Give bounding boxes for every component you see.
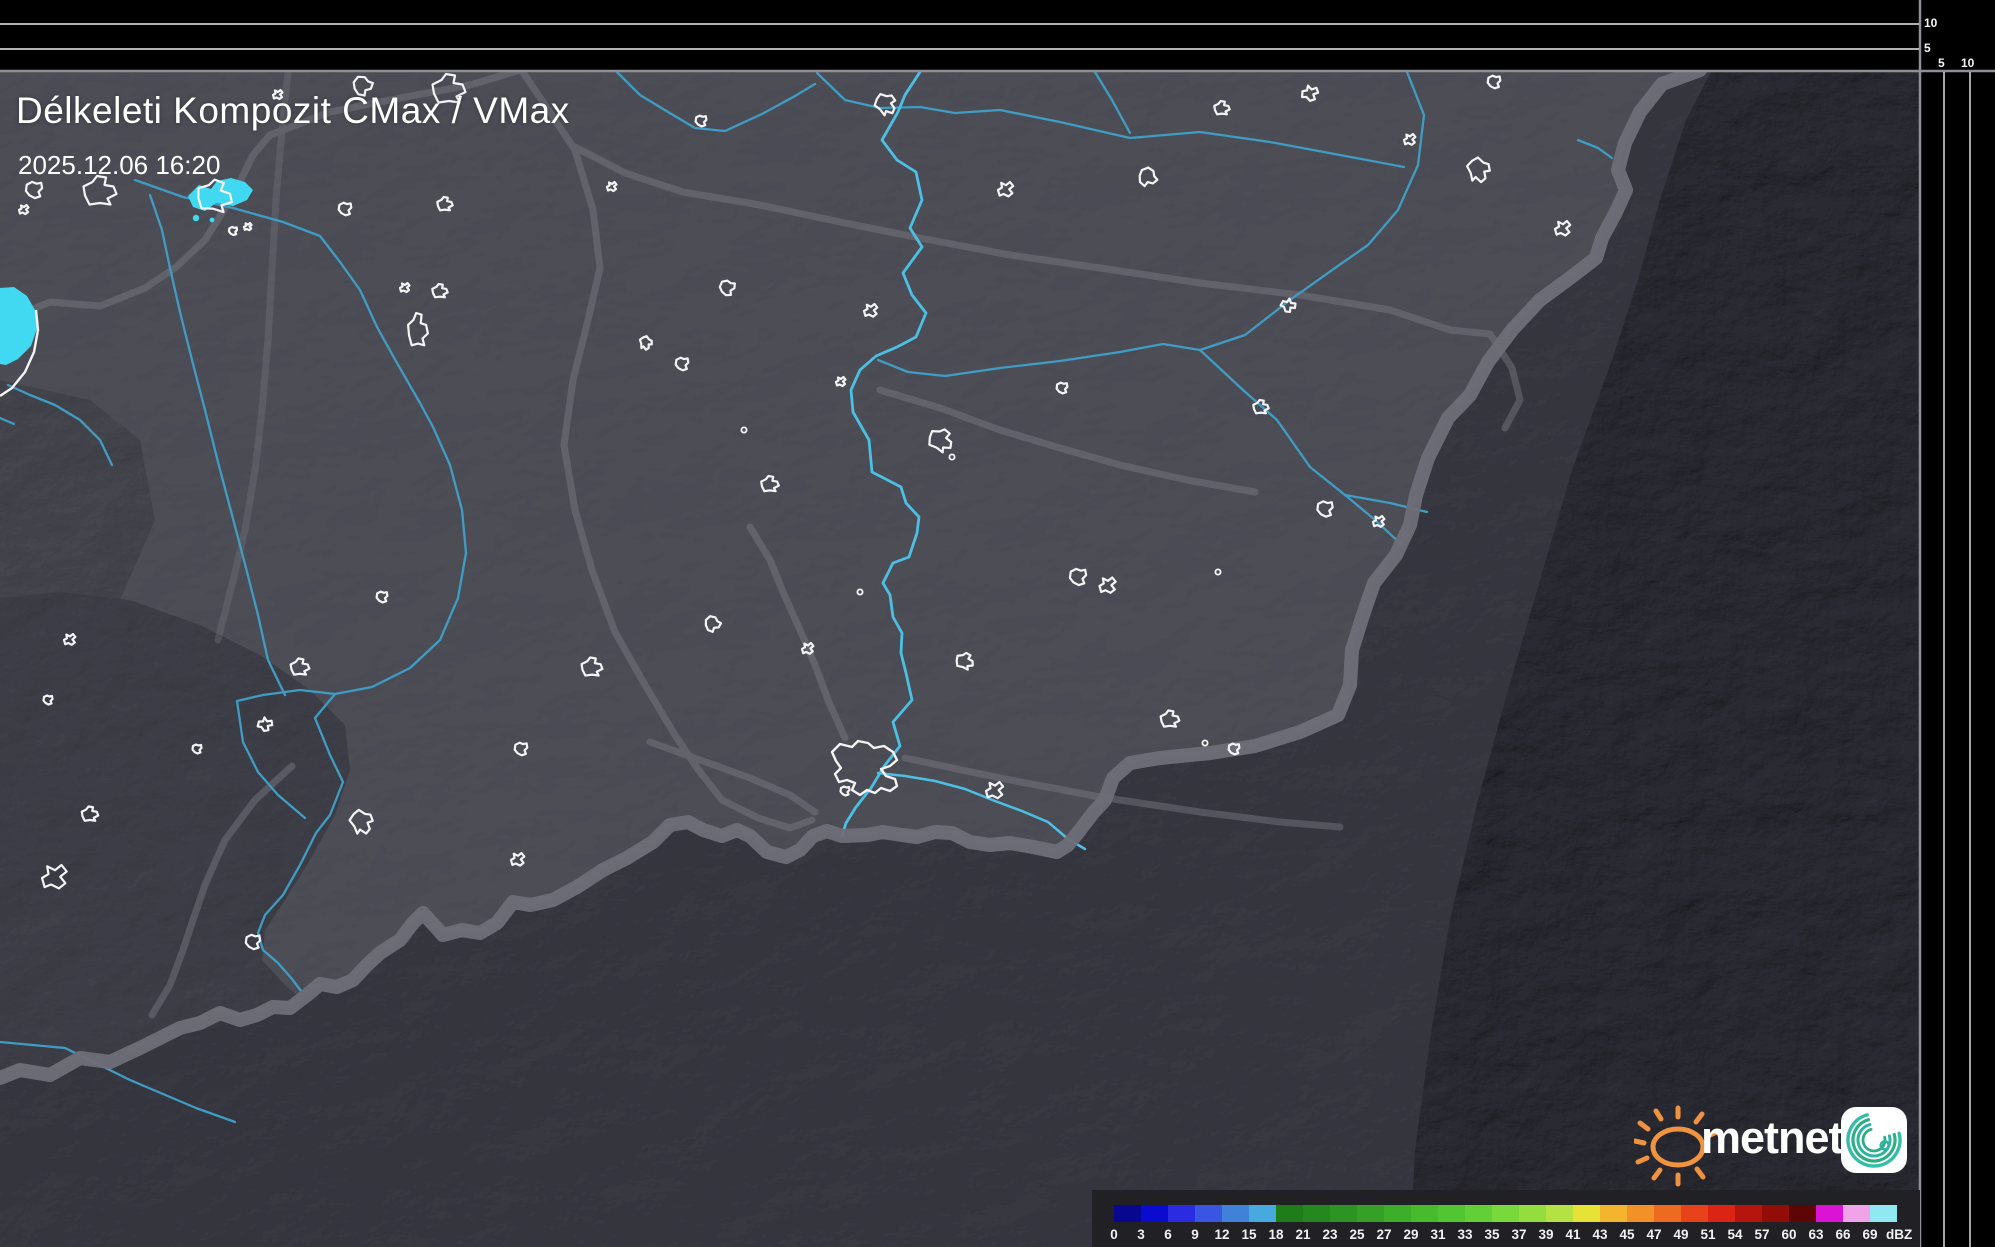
colorbar-tick-label: 18 [1268, 1227, 1283, 1242]
colorbar-tick-label: 29 [1403, 1227, 1418, 1242]
metnet-logo-text: metnet [1701, 1112, 1843, 1164]
colorbar-tick-label: 35 [1484, 1227, 1499, 1242]
colorbar-tick-label: 49 [1673, 1227, 1688, 1242]
spiral-icon [1841, 1107, 1907, 1173]
colorbar-tick-label: 39 [1538, 1227, 1553, 1242]
colorbar-tick-label: 33 [1457, 1227, 1472, 1242]
colorbar-tick-label: 41 [1565, 1227, 1580, 1242]
colorbar-tick-label: 27 [1376, 1227, 1391, 1242]
timestamp: 2025.12.06 16:20 [18, 150, 220, 181]
colorbar-tick-label: 60 [1781, 1227, 1796, 1242]
colorbar-tick-label: 6 [1164, 1227, 1172, 1242]
right-profile-gridlines [1944, 72, 1970, 1247]
colorbar-tick-label: 25 [1349, 1227, 1364, 1242]
top-profile-gridlines [0, 24, 1919, 49]
colorbar-tick-label: 12 [1214, 1227, 1229, 1242]
colorbar-tick-label: 54 [1727, 1227, 1742, 1242]
colorbar-tick-label: 69 [1862, 1227, 1877, 1242]
right-scale-label-5: 5 [1938, 56, 1945, 70]
colorbar-tick-label: 37 [1511, 1227, 1526, 1242]
colorbar-tick-label: 21 [1295, 1227, 1310, 1242]
top-scale-label-5: 5 [1924, 41, 1931, 55]
colorbar-tick-label: 63 [1808, 1227, 1823, 1242]
radar-map-canvas [0, 0, 1995, 1247]
colorbar-unit-label: dBZ [1886, 1227, 1912, 1242]
colorbar-tick-label: 31 [1430, 1227, 1445, 1242]
colorbar-tick-label: 45 [1619, 1227, 1634, 1242]
top-scale-label-10: 10 [1924, 16, 1937, 30]
colorbar-labels: 0369121518212325272931333537394143454749… [1114, 1205, 1914, 1235]
colorbar-tick-label: 66 [1835, 1227, 1850, 1242]
right-scale-label-10: 10 [1961, 56, 1974, 70]
page-title: Délkeleti Kompozit CMax / VMax [16, 90, 570, 132]
colorbar-tick-label: 0 [1110, 1227, 1118, 1242]
colorbar-tick-label: 9 [1191, 1227, 1199, 1242]
colorbar-tick-label: 3 [1137, 1227, 1145, 1242]
colorbar-tick-label: 15 [1241, 1227, 1256, 1242]
colorbar-tick-label: 47 [1646, 1227, 1661, 1242]
colorbar-tick-label: 43 [1592, 1227, 1607, 1242]
colorbar-tick-label: 23 [1322, 1227, 1337, 1242]
colorbar-tick-label: 57 [1754, 1227, 1769, 1242]
colorbar-tick-label: 51 [1700, 1227, 1715, 1242]
metnet-app-icon [1841, 1107, 1907, 1173]
radar-app-window: Délkeleti Kompozit CMax / VMax 2025.12.0… [0, 0, 1995, 1247]
